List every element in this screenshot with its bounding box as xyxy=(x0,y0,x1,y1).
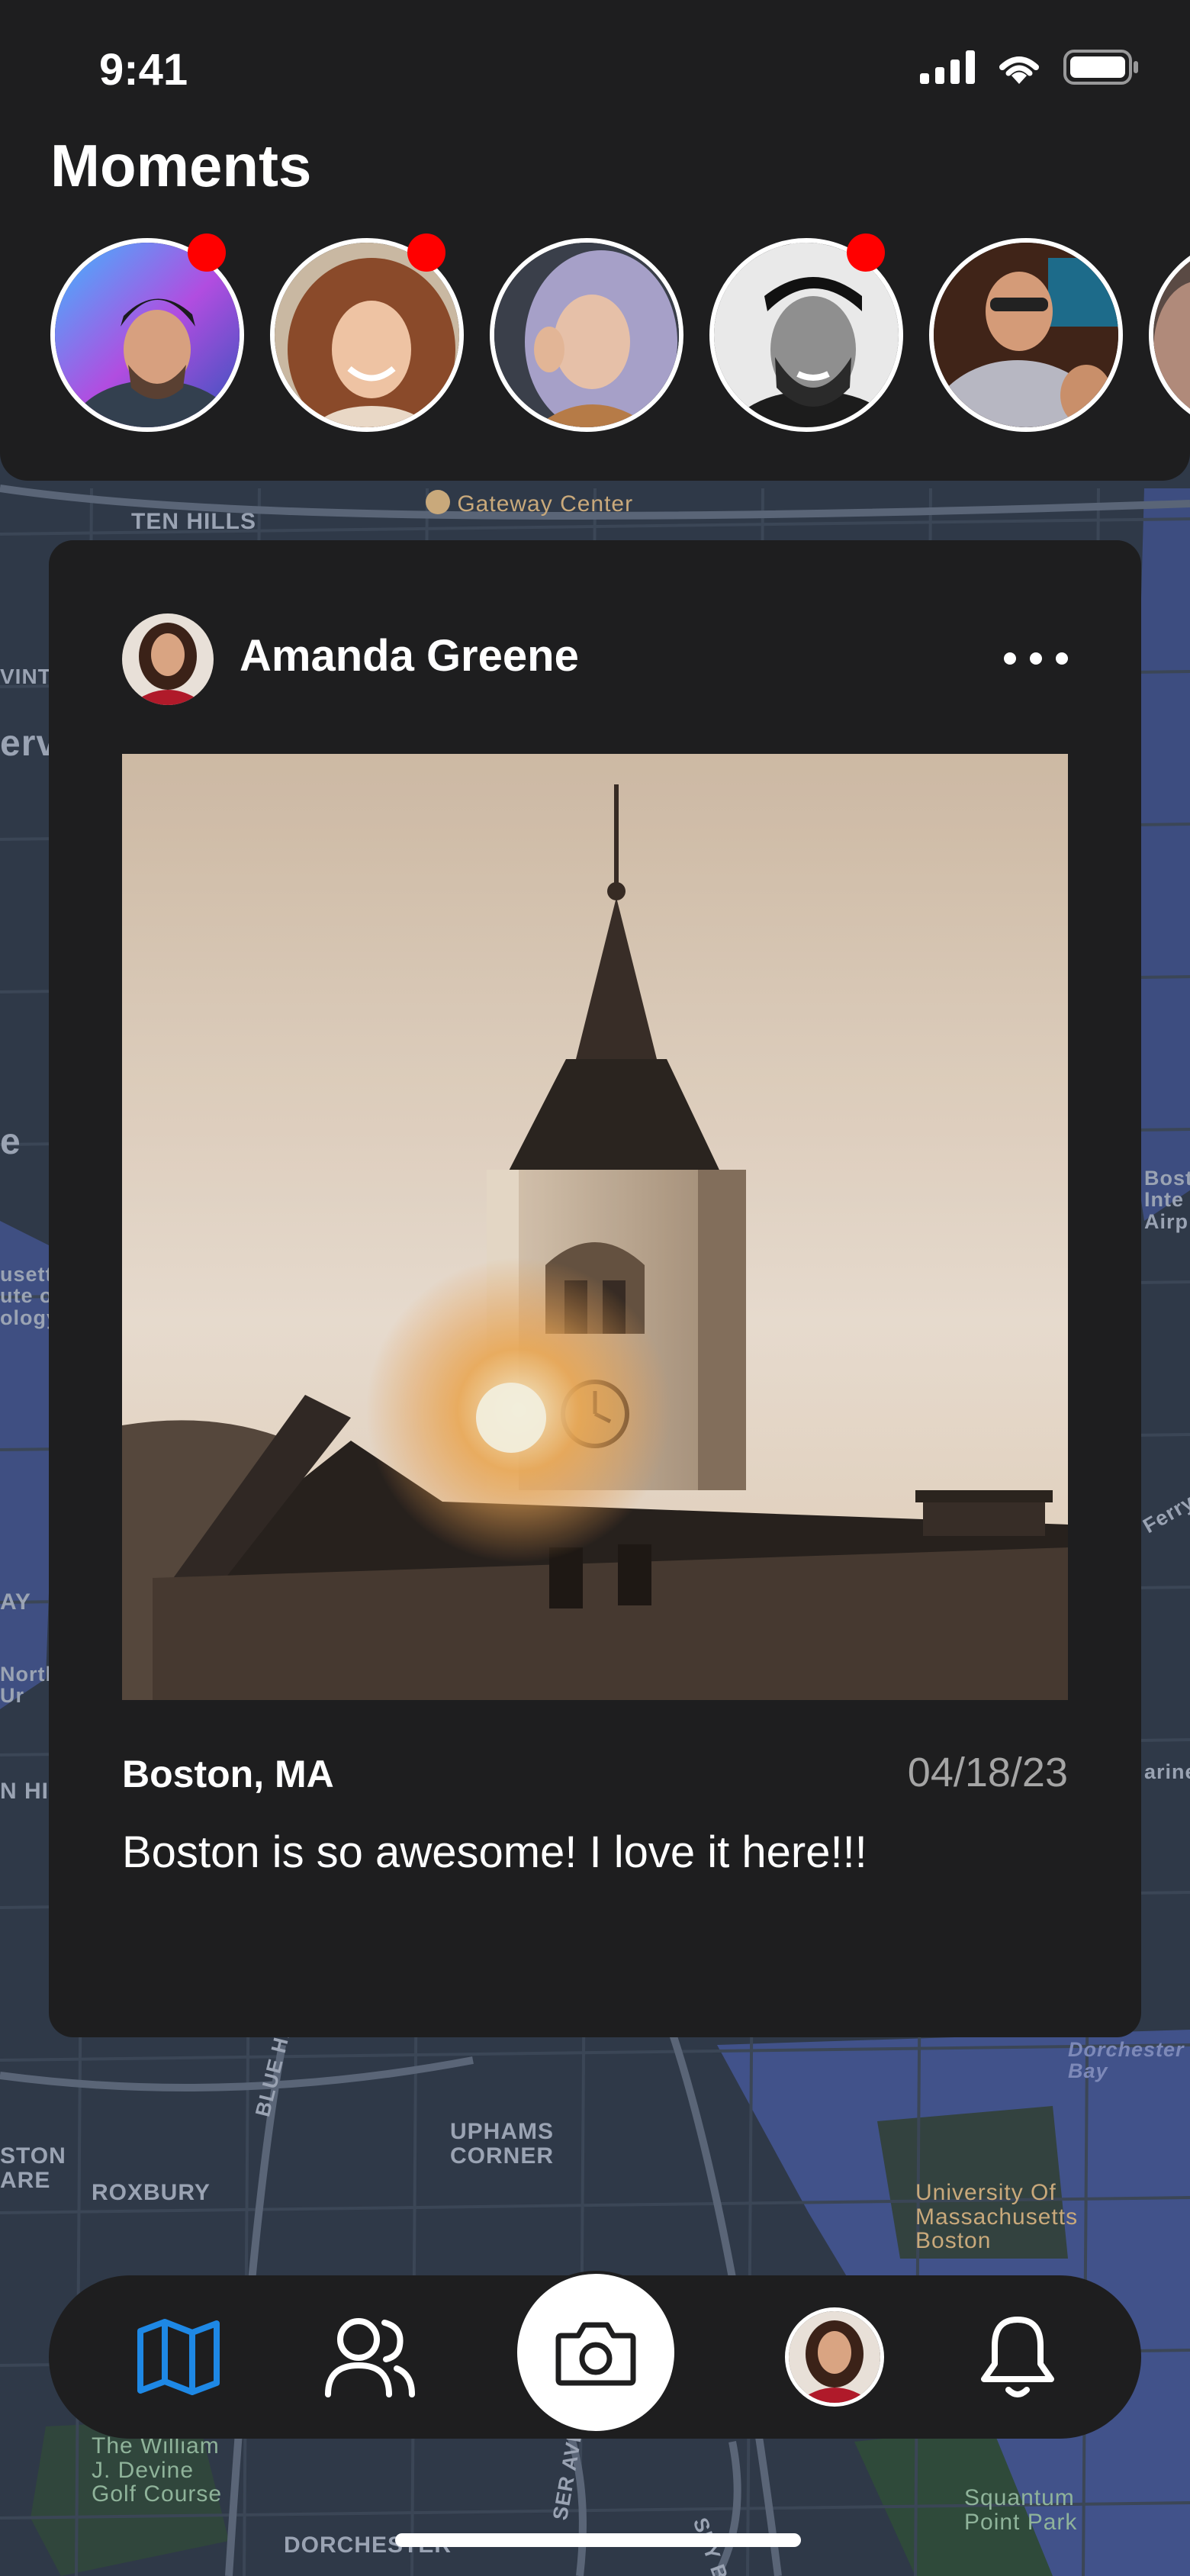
story-avatar[interactable] xyxy=(1149,238,1190,432)
tab-notifications[interactable] xyxy=(949,2275,1086,2439)
new-story-indicator xyxy=(847,233,885,272)
map-label-uphams-corner: UPHAMS CORNER xyxy=(450,2119,555,2169)
post-card[interactable]: Amanda Greene Boston, MA 04/18/23 Boston… xyxy=(49,540,1141,2037)
moments-header: 9:41 Moments xyxy=(0,0,1190,481)
more-dot xyxy=(1056,652,1068,665)
map-label-gateway-center[interactable]: Gateway Center xyxy=(426,490,633,517)
profile-avatar xyxy=(785,2307,884,2407)
map-label-squantum[interactable]: Squantum Point Park xyxy=(964,2486,1077,2534)
author-avatar[interactable] xyxy=(122,613,214,705)
status-time: 9:41 xyxy=(99,45,188,95)
page-title: Moments xyxy=(50,132,312,199)
map-label-ten-hills: TEN HILLS xyxy=(131,509,256,534)
map-label-ay: AY xyxy=(0,1589,31,1615)
bell-icon xyxy=(981,2317,1054,2397)
story-avatar[interactable] xyxy=(929,238,1123,432)
map-label-roxbury: ROXBURY xyxy=(92,2180,211,2205)
map-label-airport: Bost Inte Airp xyxy=(1144,1167,1190,1233)
battery-icon xyxy=(1063,50,1138,85)
status-icons xyxy=(920,49,1140,85)
more-dot xyxy=(1004,652,1016,665)
avatar-photo xyxy=(275,243,459,427)
map-label-ston: STON ARE xyxy=(0,2143,66,2193)
avatar-photo xyxy=(714,243,899,427)
signal-icon xyxy=(920,50,975,84)
map-label-marine: arine xyxy=(1144,1760,1190,1783)
map-label-dorchester-bay: Dorchester Bay xyxy=(1068,2038,1185,2083)
tab-profile[interactable] xyxy=(766,2275,903,2439)
avatar-photo xyxy=(1153,243,1190,427)
poi-label: Gateway Center xyxy=(457,491,634,517)
bottom-tab-bar xyxy=(49,2274,1141,2439)
camera-button[interactable] xyxy=(517,2274,674,2431)
app-screen: TEN HILLS Gateway Center VINTE erv e use… xyxy=(0,0,1190,2576)
church-photo xyxy=(122,754,1068,1700)
post-location[interactable]: Boston, MA xyxy=(122,1752,334,1796)
post-caption: Boston is so awesome! I love it here!!! xyxy=(122,1827,867,1877)
story-avatar[interactable] xyxy=(490,238,683,432)
new-story-indicator xyxy=(188,233,226,272)
map-label-e: e xyxy=(0,1122,21,1162)
stories-row[interactable] xyxy=(50,238,1190,432)
more-dot xyxy=(1030,652,1042,665)
map-icon xyxy=(137,2319,220,2395)
poi-icon xyxy=(426,490,450,514)
more-options-button[interactable] xyxy=(1004,632,1068,685)
post-photo[interactable] xyxy=(122,754,1068,1700)
map-label-umass-boston[interactable]: University Of Massachusetts Boston xyxy=(915,2181,1078,2253)
map-label-devine-golf[interactable]: The William J. Devine Golf Course xyxy=(92,2434,222,2507)
camera-icon xyxy=(555,2322,636,2386)
avatar-photo xyxy=(494,243,679,427)
home-indicator[interactable] xyxy=(395,2533,801,2547)
wifi-icon xyxy=(999,56,1039,84)
avatar-photo xyxy=(934,243,1118,427)
avatar-photo xyxy=(122,613,214,705)
tab-friends[interactable] xyxy=(301,2275,438,2439)
friends-icon xyxy=(325,2318,415,2397)
post-date: 04/18/23 xyxy=(907,1750,1068,1795)
new-story-indicator xyxy=(407,233,445,272)
avatar-photo xyxy=(55,243,240,427)
avatar-photo xyxy=(789,2311,880,2403)
tab-map[interactable] xyxy=(110,2275,247,2439)
author-name[interactable]: Amanda Greene xyxy=(240,630,579,681)
